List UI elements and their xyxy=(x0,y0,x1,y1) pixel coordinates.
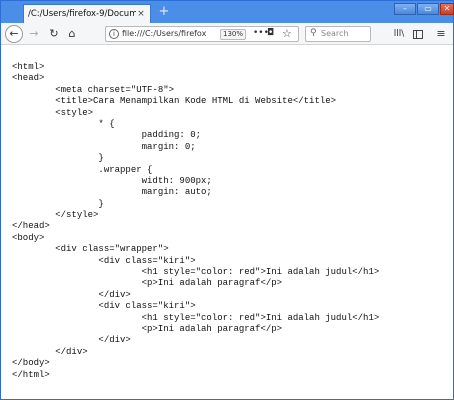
source-line: <div class="kiri"> xyxy=(12,255,196,266)
hamburger-menu-button[interactable]: ≡ xyxy=(433,26,449,42)
page-info-icon[interactable]: i xyxy=(109,29,119,39)
active-tab[interactable]: /C:/Users/firefox-9/Documents/Ca × xyxy=(23,4,151,23)
source-line: </head> xyxy=(12,221,50,232)
source-line: <html> xyxy=(12,62,45,72)
source-line: .wrapper { xyxy=(12,164,153,175)
source-line: <div class="kiri"> xyxy=(12,301,196,312)
forward-button[interactable]: → xyxy=(26,26,42,42)
source-line: <p>Ini adalah paragraf</p> xyxy=(12,323,283,334)
address-bar[interactable]: i file:///C:/Users/firefox 130% ••• ◘ ☆ xyxy=(105,26,299,42)
source-line: * { xyxy=(12,118,115,129)
source-line: margin: auto; xyxy=(12,187,212,198)
source-line: <meta charset="UTF-8"> xyxy=(12,84,175,95)
url-text[interactable]: file:///C:/Users/firefox xyxy=(122,29,220,38)
source-line: </div> xyxy=(12,346,88,357)
zoom-indicator[interactable]: 130% xyxy=(220,29,247,40)
source-code-block: <html> <head> <meta charset="UTF-8"> <tit… xyxy=(12,62,379,381)
source-line: <h1 style="color: red">Ini adalah judul<… xyxy=(12,267,380,278)
source-line: padding: 0; xyxy=(12,130,202,141)
source-line: <head> xyxy=(12,73,45,84)
browser-window: /C:/Users/firefox-9/Documents/Ca × + – ▭… xyxy=(0,0,454,400)
close-tab-icon[interactable]: × xyxy=(136,9,146,19)
search-placeholder: Search xyxy=(321,29,349,38)
source-line: </div> xyxy=(12,335,131,346)
new-tab-button[interactable]: + xyxy=(157,4,171,20)
source-line: <body> xyxy=(12,232,45,243)
bookmark-star-icon[interactable]: ☆ xyxy=(282,27,292,40)
source-line: <h1 style="color: red">Ini adalah judul<… xyxy=(12,312,380,323)
page-content: <html> <head> <meta charset="UTF-8"> <tit… xyxy=(1,46,453,399)
source-line: <p>Ini adalah paragraf</p> xyxy=(12,278,283,289)
sidebar-icon xyxy=(413,30,423,39)
source-line: <div class="wrapper"> xyxy=(12,244,169,255)
pocket-icon[interactable]: ◘ xyxy=(267,28,274,38)
search-icon: ⚲ xyxy=(310,28,317,38)
minimize-button[interactable]: – xyxy=(394,3,416,15)
source-line: </style> xyxy=(12,210,99,221)
source-line: <title>Cara Menampilkan Kode HTML di Web… xyxy=(12,96,337,107)
reload-button[interactable]: ↻ xyxy=(46,26,62,42)
tab-strip: /C:/Users/firefox-9/Documents/Ca × + – ▭… xyxy=(1,1,454,23)
source-line: width: 900px; xyxy=(12,175,212,186)
search-input[interactable]: ⚲ Search xyxy=(305,26,371,42)
source-line: </html> xyxy=(12,369,50,380)
source-line: } xyxy=(12,153,104,164)
source-line: margin: 0; xyxy=(12,141,196,152)
navigation-toolbar: ← → ↻ ⌂ i file:///C:/Users/firefox 130% … xyxy=(1,23,453,45)
close-window-button[interactable]: ✕ xyxy=(440,3,454,15)
source-line: </body> xyxy=(12,358,50,369)
maximize-button[interactable]: ▭ xyxy=(417,3,439,15)
source-line: <style> xyxy=(12,107,94,118)
back-button[interactable]: ← xyxy=(5,25,23,43)
source-line: } xyxy=(12,198,104,209)
tab-title: /C:/Users/firefox-9/Documents/Ca xyxy=(28,9,136,19)
home-button[interactable]: ⌂ xyxy=(64,26,80,42)
library-button[interactable]: lll\ xyxy=(391,26,407,42)
sidebar-toggle-button[interactable] xyxy=(410,26,426,42)
source-line: </div> xyxy=(12,289,131,300)
